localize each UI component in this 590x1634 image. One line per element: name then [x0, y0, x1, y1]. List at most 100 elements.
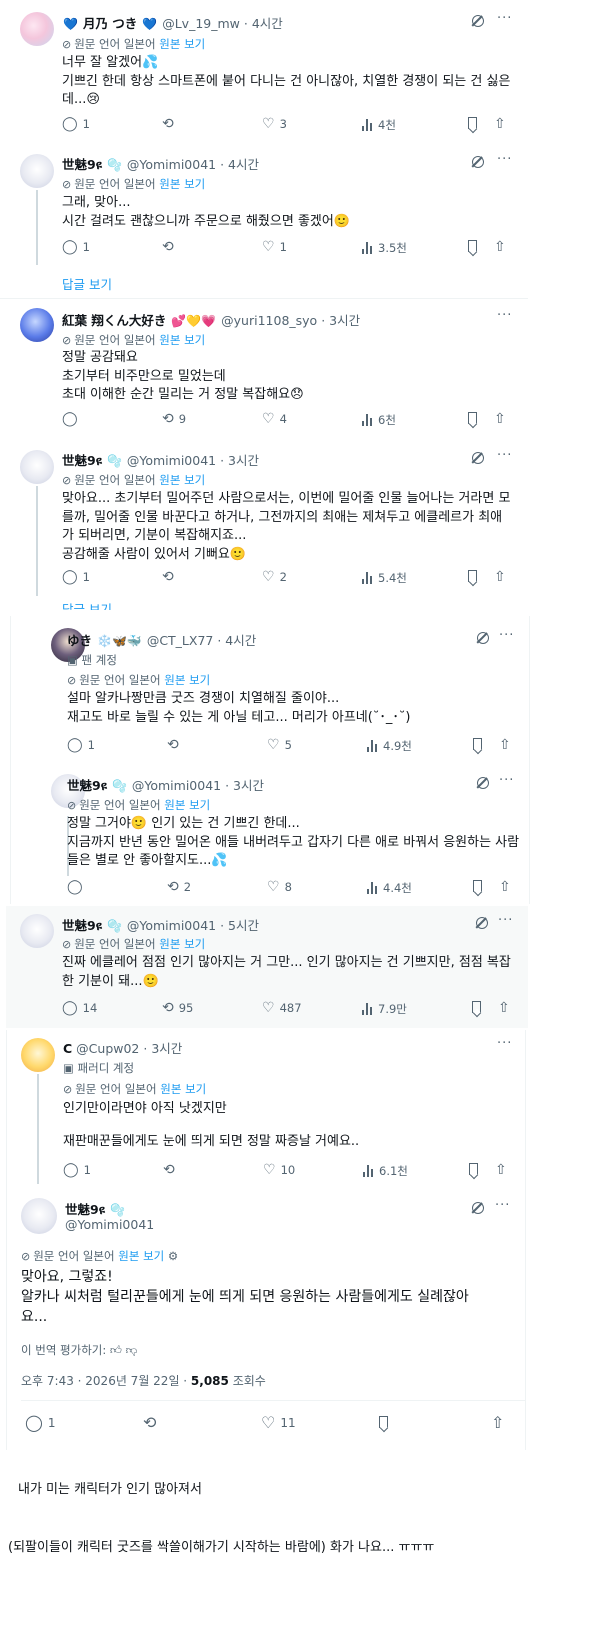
handle[interactable]: @Yomimi0041	[127, 453, 216, 468]
handle[interactable]: @Yomimi0041	[132, 778, 221, 793]
tweet-reply[interactable]: 世魅9ዩ 🫧 @Yomimi0041 · 3시간 ··· ⊘ 원문 언어 일본어 …	[11, 766, 529, 904]
like-button[interactable]: ♡ 10	[263, 1163, 295, 1177]
display-name[interactable]: C	[63, 1041, 72, 1056]
retweet-button[interactable]: ⟲	[143, 1415, 161, 1431]
timestamp[interactable]: · 3시간	[143, 1041, 182, 1056]
handle[interactable]: @Lv_19_mw	[162, 16, 240, 31]
bookmark-button[interactable]	[469, 1163, 478, 1175]
grok-icon[interactable]	[477, 777, 489, 789]
display-name[interactable]: 世魅9ዩ	[65, 1202, 105, 1217]
tweet-reply[interactable]: C @Cupw02 · 3시간 ··· ▣ 패러디 계정 ⊘ 원문 언어 일본어 …	[7, 1030, 525, 1190]
more-options-icon[interactable]: ···	[495, 1198, 510, 1213]
avatar[interactable]	[21, 1038, 55, 1072]
gear-icon[interactable]: ⚙	[168, 1249, 178, 1263]
timestamp[interactable]: · 4시간	[220, 157, 259, 172]
reply-button[interactable]: ◯	[67, 880, 88, 894]
avatar[interactable]	[20, 308, 54, 342]
like-button[interactable]: ♡ 5	[267, 738, 292, 752]
like-button[interactable]: ♡ 8	[267, 880, 292, 894]
avatar[interactable]	[20, 914, 54, 948]
timestamp[interactable]: · 4시간	[217, 633, 256, 648]
thumbs-down-icon[interactable]: 👎︎	[126, 1343, 138, 1357]
timestamp[interactable]: · 3시간	[220, 453, 259, 468]
handle[interactable]: @Yomimi0041	[127, 157, 216, 172]
display-name[interactable]: 世魅9ዩ	[62, 157, 102, 172]
bookmark-button[interactable]	[468, 570, 477, 582]
display-name[interactable]: 世魅9ዩ	[62, 453, 102, 468]
more-options-icon[interactable]: ···	[497, 308, 512, 323]
share-button[interactable]: ⇧	[494, 570, 506, 584]
handle[interactable]: @CT_LX77	[147, 633, 214, 648]
like-button[interactable]: ♡ 1	[262, 240, 287, 254]
grok-icon[interactable]	[472, 452, 484, 464]
views-button[interactable]: 3.5천	[362, 240, 407, 256]
show-original-link[interactable]: 원본 보기	[159, 177, 205, 191]
reply-button[interactable]: ◯ 1	[67, 738, 95, 752]
show-original-link[interactable]: 원본 보기	[164, 798, 210, 812]
bookmark-button[interactable]	[468, 412, 477, 424]
show-replies-link[interactable]: 답글 보기	[62, 274, 112, 293]
more-options-icon[interactable]: ···	[497, 448, 512, 463]
timestamp[interactable]: · 3시간	[321, 313, 360, 328]
like-button[interactable]: ♡ 4	[262, 412, 287, 426]
reply-button[interactable]: ◯ 1	[63, 1163, 91, 1177]
bookmark-button[interactable]	[473, 880, 482, 892]
post-time[interactable]: 오후 7:43 · 2026년 7월 22일 ·	[21, 1374, 191, 1388]
avatar[interactable]	[21, 1198, 57, 1234]
show-original-link[interactable]: 원본 보기	[160, 1082, 206, 1096]
show-replies-link[interactable]: 답글 보기	[62, 602, 112, 610]
display-name[interactable]: 世魅9ዩ	[67, 778, 107, 793]
timestamp[interactable]: · 4시간	[244, 16, 283, 31]
handle[interactable]: @Cupw02	[76, 1041, 139, 1056]
show-original-link[interactable]: 원본 보기	[159, 937, 205, 951]
show-original-link[interactable]: 원본 보기	[159, 37, 205, 51]
share-button[interactable]: ⇧	[494, 117, 506, 131]
grok-icon[interactable]	[472, 1202, 484, 1214]
bookmark-button[interactable]	[473, 738, 482, 750]
retweet-button[interactable]: ⟲	[167, 738, 184, 752]
tweet-reply[interactable]: 世魅9ዩ 🫧 @Yomimi0041 · 4시간 ··· ⊘ 원문 언어 일본어 …	[0, 146, 528, 296]
retweet-button[interactable]: ⟲	[163, 1163, 180, 1177]
bookmark-button[interactable]	[468, 240, 477, 252]
timestamp[interactable]: · 5시간	[220, 918, 259, 933]
display-name[interactable]: 月乃 つき	[83, 16, 137, 31]
reply-button[interactable]: ◯ 1	[25, 1415, 56, 1431]
show-original-link[interactable]: 원본 보기	[159, 473, 205, 487]
retweet-button[interactable]: ⟲ 2	[167, 880, 191, 894]
share-button[interactable]: ⇧	[491, 1415, 504, 1431]
bookmark-button[interactable]	[472, 1001, 481, 1013]
tweet-reply[interactable]: 世魅9ዩ 🫧 @Yomimi0041 · 3시간 ··· ⊘ 원문 언어 일본어 …	[0, 442, 528, 610]
views-button[interactable]: 6천	[362, 412, 396, 428]
share-button[interactable]: ⇧	[498, 1001, 510, 1015]
tweet-reply[interactable]: 💙 月乃 つき 💙 @Lv_19_mw · 4시간 ··· ⊘ 원문 언어 일본어…	[0, 0, 528, 140]
views-button[interactable]: 4천	[362, 117, 396, 133]
more-options-icon[interactable]: ···	[499, 773, 514, 788]
grok-icon[interactable]	[477, 632, 489, 644]
tweet-reply[interactable]: 世魅9ዩ 🫧 @Yomimi0041 · 5시간 ··· ⊘ 원문 언어 일본어 …	[6, 906, 528, 1028]
views-button[interactable]: 7.9만	[362, 1001, 407, 1017]
reply-button[interactable]: ◯	[62, 412, 83, 426]
display-name[interactable]: 紅葉 翔くん大好き	[62, 313, 166, 328]
tweet-reply[interactable]: ゆき ❄️🦋🐳 @CT_LX77 · 4시간 ··· ▣ 팬 계정 ⊘ 원문 언어…	[11, 616, 529, 756]
handle[interactable]: @Yomimi0041	[65, 1217, 154, 1232]
like-button[interactable]: ♡ 3	[262, 117, 287, 131]
thumbs-up-icon[interactable]: 👍︎	[110, 1343, 122, 1357]
views-button[interactable]: 4.4천	[367, 880, 412, 896]
reply-button[interactable]: ◯ 14	[62, 1001, 97, 1015]
display-name[interactable]: 世魅9ዩ	[62, 918, 102, 933]
share-button[interactable]: ⇧	[494, 412, 506, 426]
like-button[interactable]: ♡ 11	[261, 1415, 296, 1431]
grok-icon[interactable]	[476, 917, 488, 929]
reply-button[interactable]: ◯ 1	[62, 117, 90, 131]
share-button[interactable]: ⇧	[499, 880, 511, 894]
share-button[interactable]: ⇧	[494, 240, 506, 254]
avatar[interactable]	[20, 154, 54, 188]
retweet-button[interactable]: ⟲ 95	[162, 1001, 193, 1015]
show-original-link[interactable]: 원본 보기	[118, 1249, 164, 1263]
show-original-link[interactable]: 원본 보기	[159, 333, 205, 347]
views-button[interactable]: 5.4천	[362, 570, 407, 586]
more-options-icon[interactable]: ···	[497, 11, 512, 26]
avatar[interactable]	[20, 12, 54, 46]
avatar[interactable]	[20, 450, 54, 484]
retweet-button[interactable]: ⟲	[162, 570, 179, 584]
